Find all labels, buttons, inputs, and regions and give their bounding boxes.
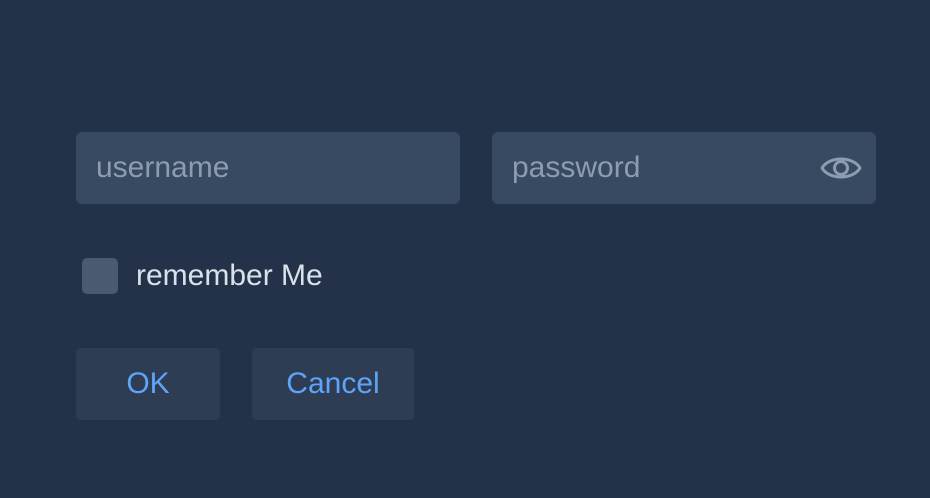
remember-me-toggle[interactable]: remember Me <box>82 258 323 294</box>
ok-button[interactable]: OK <box>76 348 220 420</box>
username-field <box>76 132 460 204</box>
password-field <box>492 132 876 204</box>
remember-me-checkbox[interactable] <box>82 258 118 294</box>
cancel-button[interactable]: Cancel <box>252 348 414 420</box>
username-input[interactable] <box>76 132 460 204</box>
remember-me-label: remember Me <box>136 259 323 292</box>
eye-icon[interactable] <box>820 148 862 188</box>
password-input[interactable] <box>492 132 876 204</box>
